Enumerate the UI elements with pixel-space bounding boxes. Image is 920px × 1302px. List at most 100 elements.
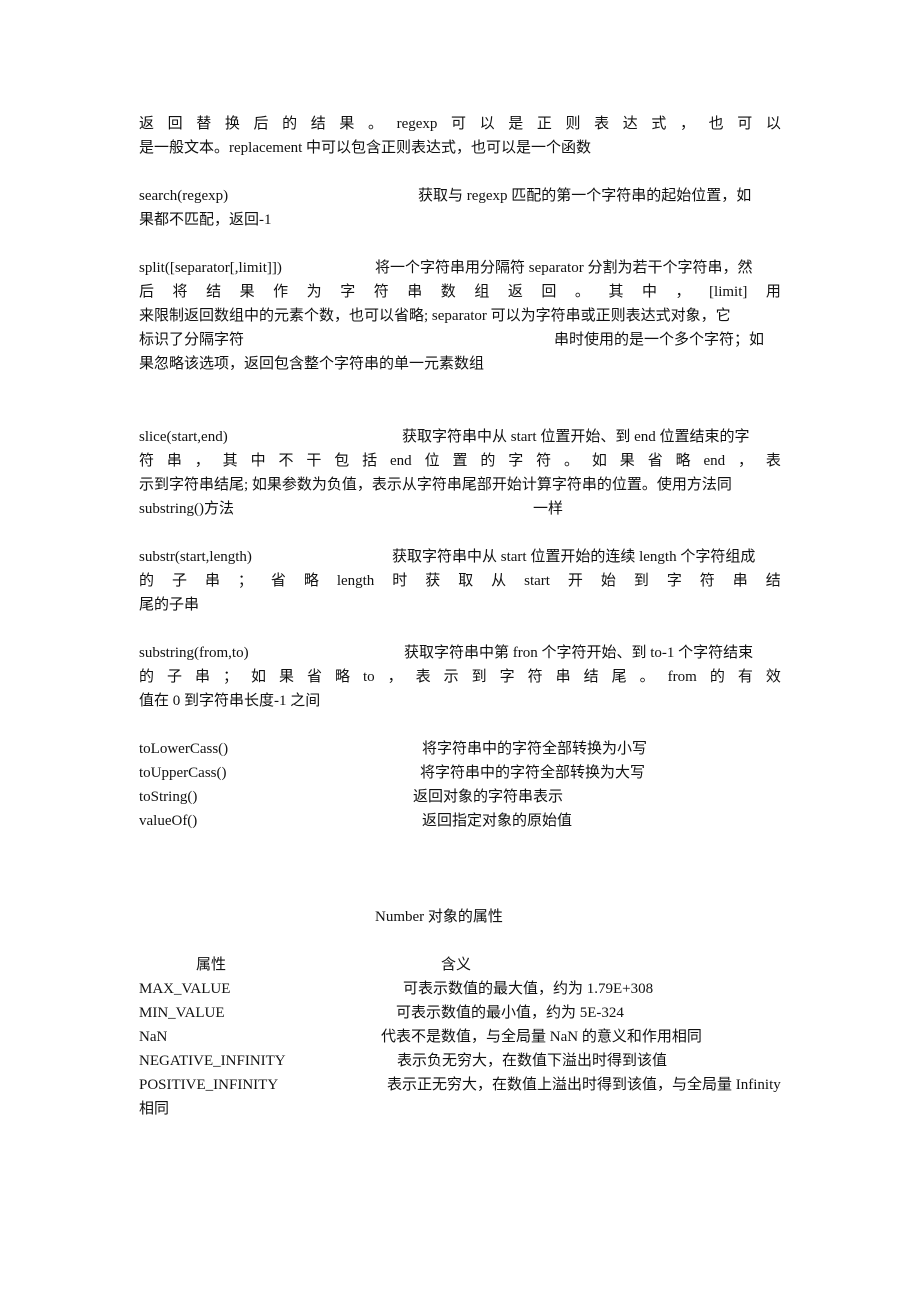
text-token: 组 <box>474 284 490 300</box>
method-desc-split-line4b: 串时使用的是一个多个字符；如 <box>554 332 765 348</box>
text-token: 将 <box>172 284 188 300</box>
text-token: 是 <box>508 116 524 132</box>
text-token: 符 <box>699 573 715 589</box>
text-token: 如 <box>591 453 607 469</box>
property-desc-positive-infinity: 表示正无穷大，在数值上溢出时得到该值，与全局量 Infinity <box>387 1077 781 1093</box>
text-token: 果 <box>339 116 355 132</box>
method-desc-slice-line4a: substring()方法 <box>139 501 234 517</box>
text-token: 以 <box>765 116 781 132</box>
method-name-substring: substring(from,to) <box>139 645 249 661</box>
text-token: 后 <box>253 116 269 132</box>
property-desc-nan: 代表不是数值，与全局量 NaN 的意义和作用相同 <box>381 1029 702 1045</box>
text-token: end <box>703 453 726 469</box>
text-token: 表 <box>415 669 431 685</box>
text-token: 略 <box>335 669 351 685</box>
text-token: ， <box>680 116 696 132</box>
text-token: 达 <box>622 116 638 132</box>
text-token: 返 <box>507 284 523 300</box>
method-desc-slice-line3: 示到字符串结尾; 如果参数为负值，表示从字符串尾部开始计算字符串的位置。使用方法… <box>139 477 732 493</box>
text-token: 从 <box>491 573 507 589</box>
text-token: 返 <box>139 116 155 132</box>
text-token: 略 <box>303 573 319 589</box>
text-token: to <box>363 669 375 685</box>
document-page: 返回替换后的结果。 regexp 可以是正则表达式，也可以 是一般文本。replac… <box>0 0 920 1302</box>
text-token: 始 <box>600 573 616 589</box>
text-token: 不 <box>278 453 294 469</box>
text-token: 。 <box>564 453 580 469</box>
method-desc-substr: 获取字符串中从 start 位置开始的连续 length 个字符组成 <box>392 549 756 565</box>
text-token: 果 <box>239 284 255 300</box>
text-token: 符 <box>373 284 389 300</box>
text-token: 符 <box>527 669 543 685</box>
text-token: 的 <box>139 669 155 685</box>
text-token: 字 <box>666 573 682 589</box>
text-token: 的 <box>139 573 155 589</box>
text-token: 时 <box>392 573 408 589</box>
text-token: 位 <box>424 453 440 469</box>
method-desc-search: 获取与 regexp 匹配的第一个字符串的起始位置，如 <box>418 188 752 204</box>
text-token: 效 <box>765 669 781 685</box>
property-name-max-value: MAX_VALUE <box>139 981 231 997</box>
text-token: 替 <box>196 116 212 132</box>
text-token: 的 <box>480 453 496 469</box>
text-token: 式 <box>651 116 667 132</box>
text-token: 中 <box>250 453 266 469</box>
text-token: 字 <box>499 669 515 685</box>
text-token: ， <box>194 453 210 469</box>
text-token: 结 <box>206 284 222 300</box>
text-token: from <box>667 669 697 685</box>
method-desc-split-line3: 来限制返回数组中的元素个数，也可以省略; separator 可以为字符串或正则… <box>139 308 731 324</box>
text-token: 字 <box>340 284 356 300</box>
replace-desc-line1: 返回替换后的结果。 regexp 可以是正则表达式，也可以 <box>139 114 781 134</box>
text-token: 省 <box>270 573 286 589</box>
text-token: length <box>336 573 375 589</box>
text-token: 取 <box>458 573 474 589</box>
text-token: [limit] <box>709 284 748 300</box>
text-token: 串 <box>204 573 220 589</box>
text-token: 串 <box>195 669 211 685</box>
text-token: 回 <box>167 116 183 132</box>
text-token: 换 <box>224 116 240 132</box>
method-desc-slice-line4b: 一样 <box>533 501 564 517</box>
text-token: ； <box>223 669 239 685</box>
text-token: 子 <box>171 573 187 589</box>
text-token: 开 <box>567 573 583 589</box>
text-token: 作 <box>273 284 289 300</box>
text-token: 结 <box>765 573 781 589</box>
method-name-tolowercase: toLowerCass() <box>139 741 229 757</box>
property-name-nan: NaN <box>139 1029 168 1045</box>
text-token: 。 <box>368 116 384 132</box>
text-token: ； <box>237 573 253 589</box>
property-name-negative-infinity: NEGATIVE_INFINITY <box>139 1053 286 1069</box>
text-token: 的 <box>709 669 725 685</box>
text-token: 获 <box>425 573 441 589</box>
text-token: 果 <box>279 669 295 685</box>
text-token: 数 <box>440 284 456 300</box>
method-name-substr: substr(start,length) <box>139 549 252 565</box>
text-token: 中 <box>641 284 657 300</box>
text-token: 尾 <box>611 669 627 685</box>
property-desc-min-value: 可表示数值的最小值，约为 5E-324 <box>396 1005 624 1021</box>
text-token: ， <box>675 284 691 300</box>
text-token: 后 <box>139 284 155 300</box>
text-token: 结 <box>310 116 326 132</box>
replace-desc-line2: 是一般文本。replacement 中可以包含正则表达式，也可以是一个函数 <box>139 140 592 156</box>
text-token: end <box>390 453 412 469</box>
method-name-touppercase: toUpperCass() <box>139 765 227 781</box>
method-desc-slice: 获取字符串中从 start 位置开始、到 end 位置结束的字 <box>402 429 750 445</box>
text-token: 子 <box>167 669 183 685</box>
property-name-positive-infinity: POSITIVE_INFINITY <box>139 1077 279 1093</box>
method-name-tostring: toString() <box>139 789 198 805</box>
text-token: 串 <box>732 573 748 589</box>
property-desc-negative-infinity: 表示负无穷大，在数值下溢出时得到该值 <box>397 1053 668 1069</box>
text-token: 干 <box>306 453 322 469</box>
text-token: 如 <box>251 669 267 685</box>
text-token: 则 <box>565 116 581 132</box>
text-token: 符 <box>139 453 155 469</box>
method-desc-substr-line2: 的子 串 ； 省 略 length 时 获 取 从 start 开 始 到 字 符 串 结 <box>139 571 781 591</box>
text-token: 。 <box>639 669 655 685</box>
text-token: 字 <box>508 453 524 469</box>
method-desc-touppercase: 将字符串中的字符全部转换为大写 <box>420 765 646 781</box>
text-token: 示 <box>443 669 459 685</box>
property-name-min-value: MIN_VALUE <box>139 1005 225 1021</box>
